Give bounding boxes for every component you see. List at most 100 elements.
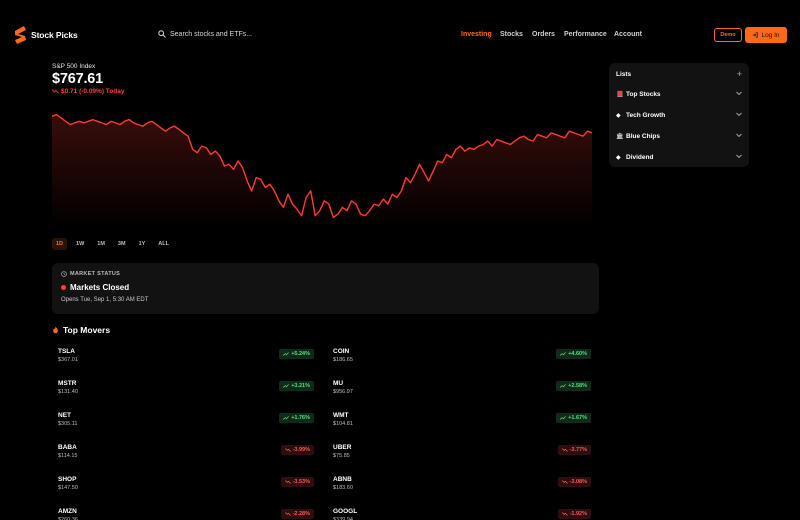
mover-change-badge: +1.67% [556, 413, 591, 423]
list-item-top-stocks[interactable]: 📕 Top Stocks [616, 89, 742, 99]
list-item-label: Dividend [626, 153, 654, 161]
mover-change-text: +1.76% [291, 415, 310, 421]
trend-down-icon [284, 480, 291, 484]
mover-change-text: +1.67% [568, 415, 587, 421]
mover-row[interactable]: MSTR $131.40 +3.21% [58, 380, 314, 404]
mover-change-badge: +4.60% [556, 349, 591, 359]
logo[interactable]: Stock Picks [14, 26, 78, 44]
mover-row[interactable]: MU $956.97 +2.58% [333, 380, 591, 404]
mover-change-badge: -3.99% [280, 445, 314, 455]
mover-symbol: WMT [333, 412, 349, 419]
mover-row[interactable]: AMZN $260.36 -2.28% [58, 508, 314, 520]
nav-orders[interactable]: Orders [532, 31, 555, 38]
market-status-card: MARKET STATUS Markets Closed Opens Tue, … [52, 263, 599, 314]
mover-symbol: ABNB [333, 476, 352, 483]
nav-investing[interactable]: Investing [461, 31, 492, 38]
chart-area-fill [52, 114, 592, 228]
list-item-label: Top Stocks [626, 90, 661, 98]
mover-change-text: -3.53% [292, 479, 310, 485]
mover-symbol: BABA [58, 444, 77, 451]
mover-row[interactable]: UBER $75.85 -3.77% [333, 444, 591, 468]
mover-change-badge: -2.28% [280, 509, 314, 519]
trend-down-icon [52, 89, 59, 94]
mover-change-text: +5.24% [291, 351, 310, 357]
trend-down-icon [284, 448, 291, 452]
range-selector: 1D 1W 1M 3M 1Y ALL [52, 238, 173, 250]
range-1y[interactable]: 1Y [135, 238, 150, 250]
mover-symbol: COIN [333, 348, 350, 355]
trend-down-icon [561, 480, 568, 484]
market-status-title: Markets Closed [61, 283, 129, 292]
range-1m[interactable]: 1M [93, 238, 109, 250]
mover-price: $147.50 [58, 485, 78, 491]
mover-change-badge: +5.24% [279, 349, 314, 359]
search-input[interactable]: Search stocks and ETFs... [170, 31, 252, 38]
mover-price: $131.40 [58, 389, 78, 395]
nav-account[interactable]: Account [614, 31, 642, 38]
price-chart[interactable] [52, 104, 592, 228]
chevron-down-icon [736, 154, 742, 159]
chevron-down-icon [736, 112, 742, 117]
mover-symbol: GOOGL [333, 508, 358, 515]
mover-change-badge: -3.08% [557, 477, 591, 487]
mover-change-text: -3.08% [569, 479, 587, 485]
login-label: Log In [761, 31, 780, 39]
mover-row[interactable]: TSLA $367.01 +5.24% [58, 348, 314, 372]
nav-stocks[interactable]: Stocks [500, 31, 523, 38]
list-item-label: Tech Growth [626, 111, 666, 119]
index-label: S&P 500 Index [52, 63, 96, 70]
mover-price: $104.81 [333, 421, 353, 427]
diamond-icon: ◆ [616, 112, 621, 119]
range-1d[interactable]: 1D [52, 238, 68, 250]
mover-change-badge: -3.53% [280, 477, 314, 487]
list-item-dividend[interactable]: ◆ Dividend [616, 152, 742, 162]
chevron-down-icon [736, 91, 742, 96]
lists-title: Lists [616, 71, 632, 78]
bank-icon: 🏛 [616, 133, 624, 140]
mover-price: $186.65 [333, 357, 353, 363]
logo-text: Stock Picks [31, 30, 78, 40]
market-title-text: Markets Closed [70, 283, 130, 292]
trend-up-icon [560, 352, 567, 356]
login-icon [753, 32, 759, 38]
mover-price: $956.97 [333, 389, 353, 395]
list-item-blue-chips[interactable]: 🏛 Blue Chips [616, 131, 742, 141]
mover-row[interactable]: BABA $114.15 -3.99% [58, 444, 314, 468]
list-item-label: Blue Chips [626, 132, 660, 140]
mover-change-badge: +3.21% [279, 381, 314, 391]
market-open-time: Opens Tue, Sep 1, 5:30 AM EDT [61, 297, 149, 303]
trend-down-icon [561, 448, 568, 452]
logo-icon [15, 26, 26, 44]
demo-button[interactable]: Demo [714, 28, 742, 42]
range-3m[interactable]: 3M [114, 238, 130, 250]
index-change: $0.71 (-0.09%) Today [52, 88, 124, 95]
list-item-tech-growth[interactable]: ◆ Tech Growth [616, 110, 742, 120]
nav-performance[interactable]: Performance [564, 31, 607, 38]
mover-change-text: +4.60% [568, 351, 587, 357]
mover-change-text: -1.92% [569, 511, 587, 517]
mover-row[interactable]: ABNB $183.60 -3.08% [333, 476, 591, 500]
status-dot [61, 285, 66, 290]
clock-icon [61, 271, 67, 277]
search-bar[interactable]: Search stocks and ETFs... [158, 30, 252, 38]
chevron-down-icon [736, 133, 742, 138]
index-price: $767.61 [52, 71, 104, 87]
trend-up-icon [560, 416, 567, 420]
add-list-icon[interactable]: + [737, 69, 742, 79]
fire-icon [53, 326, 58, 334]
mover-row[interactable]: WMT $104.81 +1.67% [333, 412, 591, 436]
top-movers-heading: Top Movers [52, 325, 110, 335]
mover-symbol: TSLA [58, 348, 75, 355]
range-all[interactable]: ALL [154, 238, 173, 250]
mover-row[interactable]: GOOGL $339.94 -1.92% [333, 508, 591, 520]
mover-row[interactable]: COIN $186.65 +4.60% [333, 348, 591, 372]
trend-up-icon [283, 384, 290, 388]
range-1w[interactable]: 1W [72, 238, 88, 250]
mover-row[interactable]: NET $305.11 +1.76% [58, 412, 314, 436]
mover-price: $183.60 [333, 485, 353, 491]
mover-row[interactable]: SHOP $147.50 -3.53% [58, 476, 314, 500]
lists-panel: Lists + 📕 Top Stocks ◆ Tech Growth 🏛 Blu… [609, 63, 749, 167]
login-button[interactable]: Log In [745, 27, 787, 43]
market-label-text: MARKET STATUS [70, 271, 121, 277]
mover-symbol: AMZN [58, 508, 77, 515]
